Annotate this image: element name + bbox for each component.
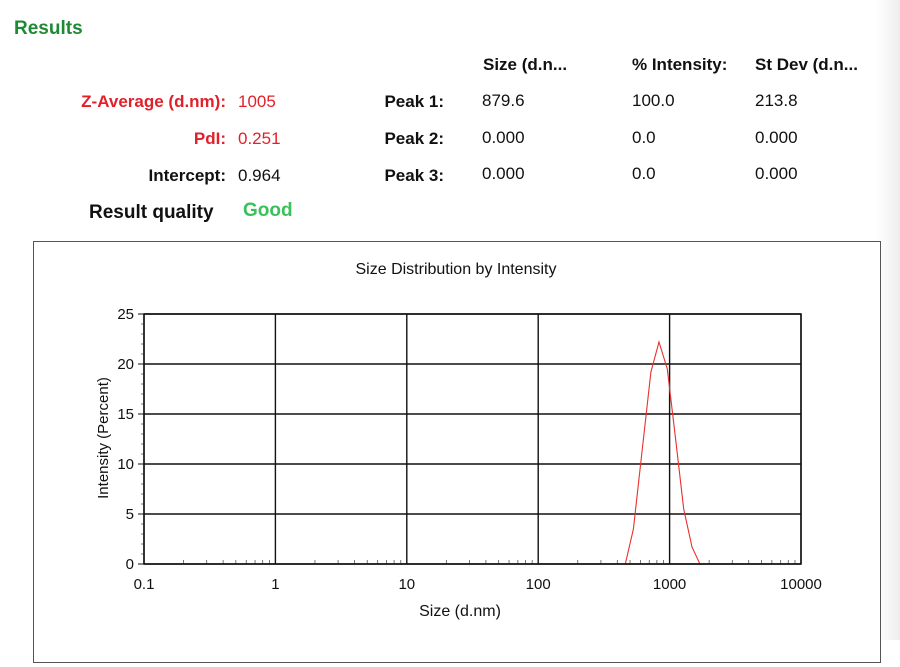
results-heading: Results bbox=[14, 18, 83, 39]
z-average-label: Z-Average (d.nm): bbox=[81, 92, 226, 111]
intercept-value: 0.964 bbox=[238, 166, 281, 185]
y-tick-label: 10 bbox=[117, 456, 134, 473]
x-tick-label: 10000 bbox=[780, 576, 822, 593]
peak-2-size: 0.000 bbox=[482, 128, 525, 147]
pdi-value: 0.251 bbox=[238, 129, 281, 148]
result-quality-value: Good bbox=[243, 200, 293, 221]
y-tick-label: 20 bbox=[117, 356, 134, 373]
x-tick-label: 100 bbox=[526, 576, 551, 593]
peak-3-stdev: 0.000 bbox=[755, 164, 798, 183]
intensity-series-line bbox=[223, 340, 801, 565]
peak-2-stdev: 0.000 bbox=[755, 128, 798, 147]
chart-title: Size Distribution by Intensity bbox=[356, 261, 557, 278]
peak-3-intensity: 0.0 bbox=[632, 164, 656, 183]
peak-1-stdev: 213.8 bbox=[755, 91, 798, 110]
minor-ticks bbox=[141, 323, 796, 564]
y-tick-labels: 0 5 10 15 20 25 bbox=[117, 306, 134, 573]
y-axis-label: Intensity (Percent) bbox=[95, 377, 112, 499]
series-layer bbox=[223, 340, 801, 565]
peak-3-size: 0.000 bbox=[482, 164, 525, 183]
result-quality-label: Result quality bbox=[89, 202, 214, 223]
peak-2-intensity: 0.0 bbox=[632, 128, 656, 147]
y-tick-label: 15 bbox=[117, 406, 134, 423]
y-tick-label: 25 bbox=[117, 306, 134, 323]
chart-canvas: Size Distribution by Intensity 0.1 1 10 100… bbox=[95, 261, 822, 620]
size-distribution-chart: Size Distribution by Intensity 0.1 1 10 100… bbox=[33, 241, 881, 663]
plot-frame bbox=[143, 313, 802, 565]
x-tick-label: 10 bbox=[398, 576, 415, 593]
peak-1-label: Peak 1: bbox=[384, 92, 444, 111]
column-header-stdev: St Dev (d.n... bbox=[755, 55, 858, 74]
peak-1-size: 879.6 bbox=[482, 91, 525, 110]
peak-3-label: Peak 3: bbox=[384, 166, 444, 185]
pdi-label: PdI: bbox=[193, 129, 226, 148]
x-tick-label: 0.1 bbox=[134, 576, 155, 593]
x-tick-labels: 0.1 1 10 100 1000 10000 bbox=[134, 576, 822, 593]
intercept-label: Intercept: bbox=[148, 166, 226, 185]
x-axis-label: Size (d.nm) bbox=[419, 603, 501, 620]
grid-lines bbox=[138, 313, 802, 565]
column-header-intensity: % Intensity: bbox=[632, 55, 728, 74]
z-average-value: 1005 bbox=[238, 92, 276, 111]
peak-1-intensity: 100.0 bbox=[632, 91, 675, 110]
peak-2-label: Peak 2: bbox=[384, 129, 444, 148]
y-tick-label: 5 bbox=[126, 506, 134, 523]
column-header-size: Size (d.n... bbox=[483, 55, 568, 74]
y-tick-label: 0 bbox=[126, 556, 134, 573]
x-tick-label: 1 bbox=[271, 576, 279, 593]
x-tick-label: 1000 bbox=[653, 576, 686, 593]
